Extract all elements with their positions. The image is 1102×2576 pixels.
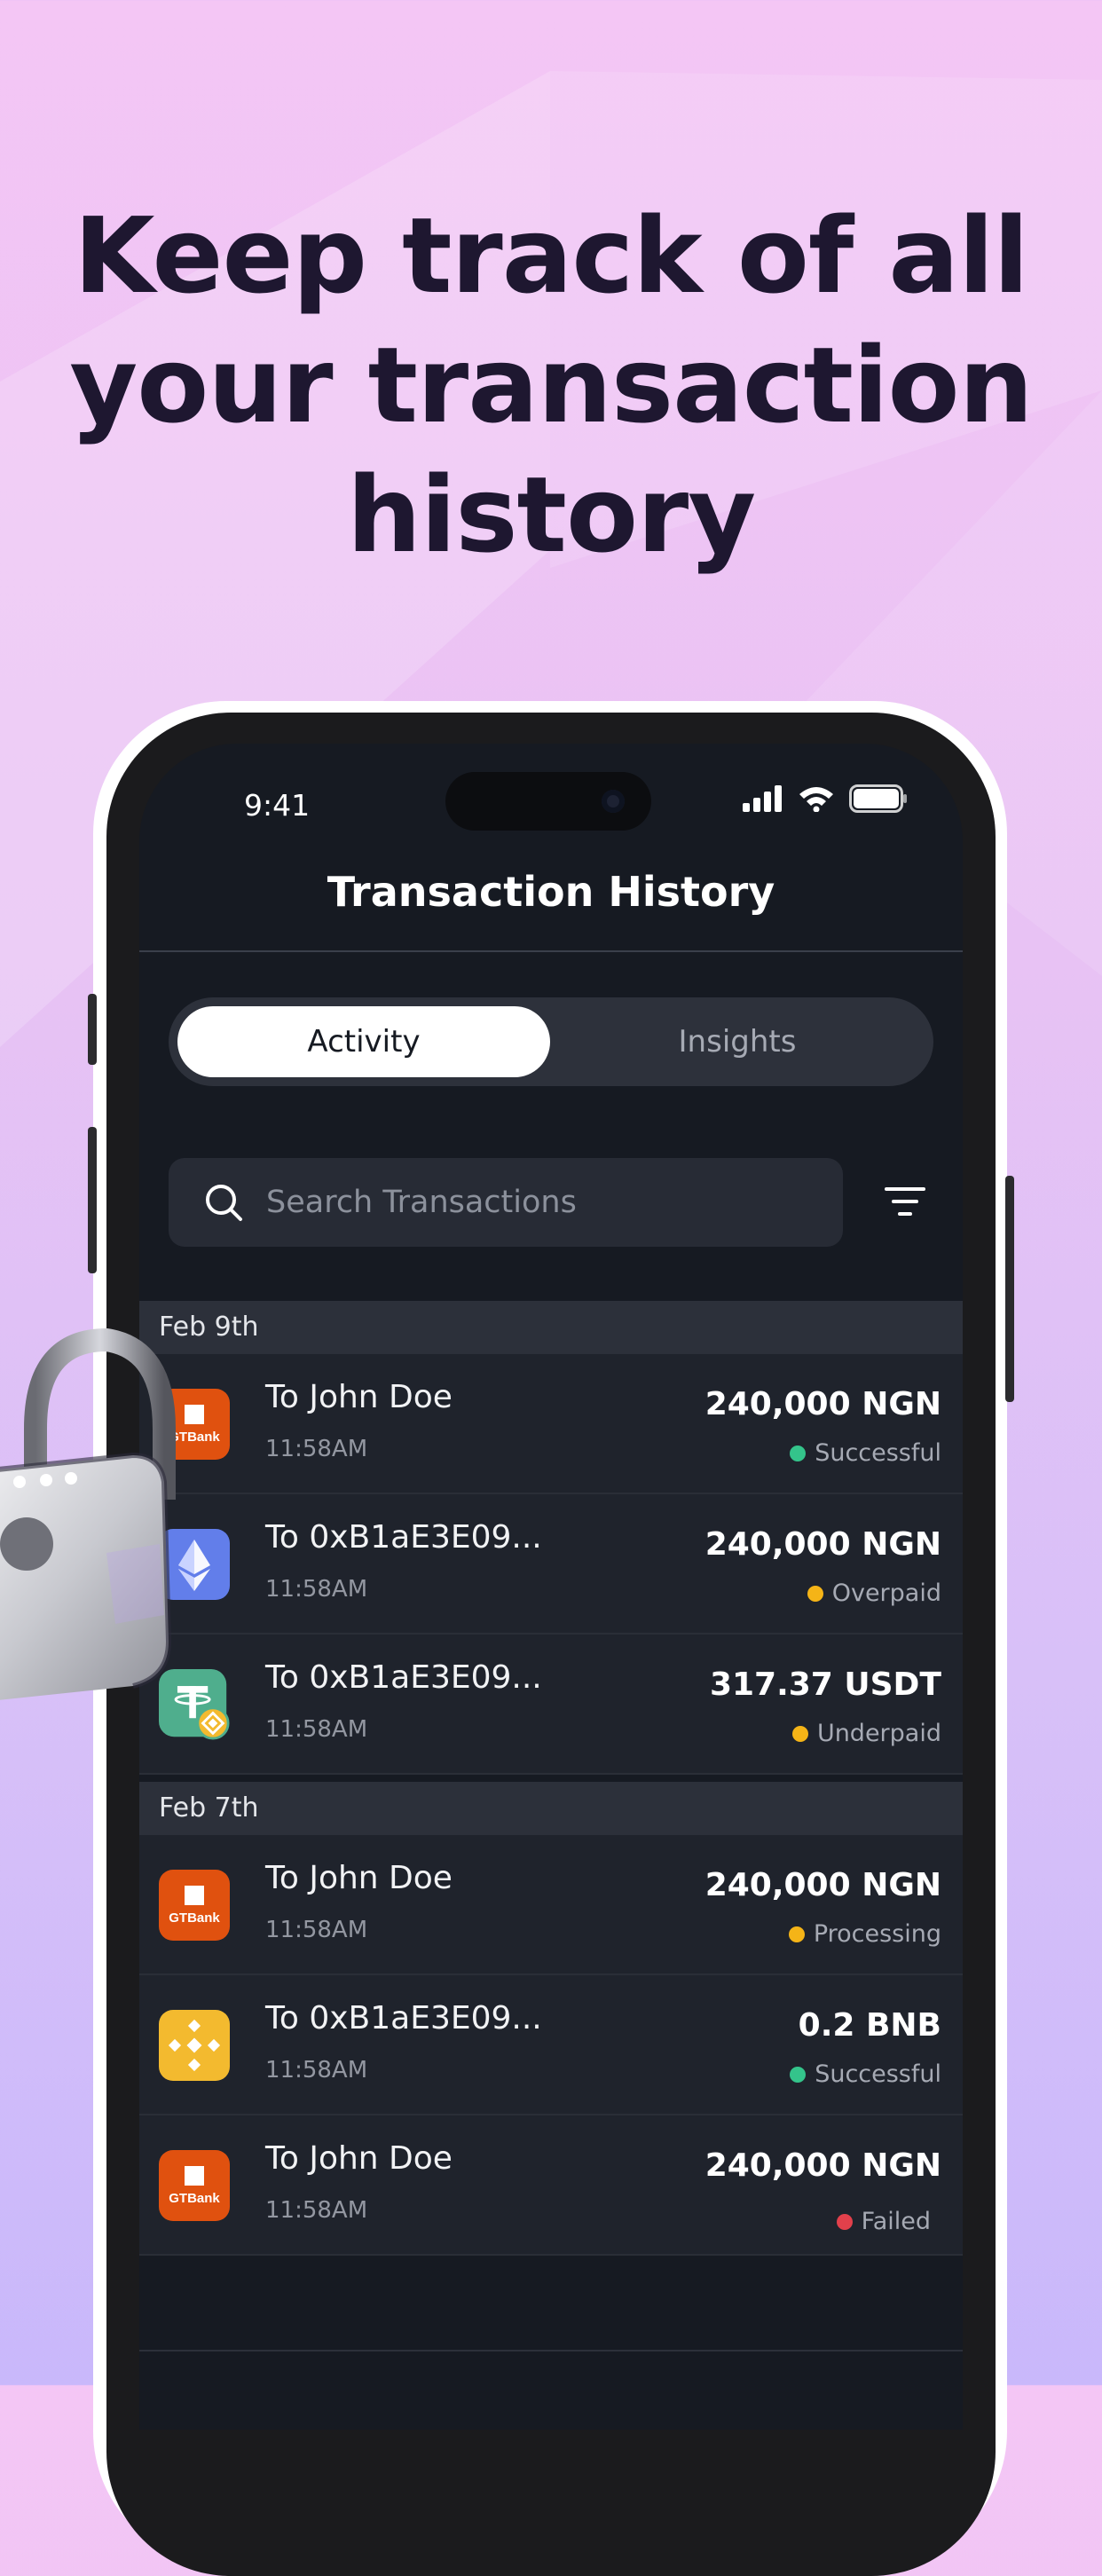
transaction-status: Underpaid <box>791 1720 941 1747</box>
status-dot <box>807 1585 823 1602</box>
transaction-status: Successful <box>790 2060 941 2088</box>
transaction-recipient: To 0xB1aE3E09... <box>265 1519 542 1556</box>
status-label: Successful <box>815 1439 941 1467</box>
tab-activity[interactable]: Activity <box>177 1006 550 1077</box>
status-dot <box>790 2066 807 2083</box>
transaction-status: Successful <box>790 1439 941 1467</box>
search-icon <box>206 1185 242 1221</box>
status-label: Failed <box>861 2208 931 2235</box>
gtbank-icon: GTBank <box>159 2150 230 2221</box>
transaction-recipient: To John Doe <box>265 2140 453 2177</box>
status-dot <box>790 1445 807 1461</box>
transaction-row[interactable]: To 0xB1aE3E09... 11:58AM 240,000 NGN Ove… <box>139 1494 963 1635</box>
tab-bar-divider <box>139 2350 963 2351</box>
battery-icon <box>849 784 907 813</box>
transaction-time: 11:58AM <box>265 1716 368 1743</box>
transaction-recipient: To John Doe <box>265 1860 453 1896</box>
transaction-amount: 240,000 NGN <box>704 1526 941 1563</box>
status-icons <box>743 784 908 813</box>
headline-line-2: your transaction <box>69 324 1033 446</box>
transaction-time: 11:58AM <box>265 1917 368 1943</box>
wifi-icon <box>799 787 833 812</box>
status-label: Underpaid <box>816 1720 941 1747</box>
transaction-time: 11:58AM <box>265 2197 368 2224</box>
padlock-icon <box>0 1327 176 1700</box>
dynamic-island <box>445 772 651 831</box>
status-label: Successful <box>815 2060 941 2088</box>
filter-icon[interactable] <box>885 1186 925 1217</box>
tab-insights[interactable]: Insights <box>550 1006 925 1077</box>
segmented-control: Activity Insights <box>169 997 933 1086</box>
transaction-time: 11:58AM <box>265 1576 368 1603</box>
status-label: Overpaid <box>831 1579 941 1607</box>
date-header: Feb 7th <box>139 1782 963 1835</box>
phone-side-button-power <box>1005 1176 1014 1402</box>
gtbank-icon: GTBank <box>159 1870 230 1941</box>
transaction-amount: 0.2 BNB <box>798 2007 941 2044</box>
phone-side-button-mute <box>88 994 97 1065</box>
nav-divider <box>139 950 963 952</box>
phone-screen: 9:41 Transaction History Activity Insigh… <box>139 744 963 2430</box>
date-header: Feb 9th <box>139 1301 963 1354</box>
transaction-status: Overpaid <box>807 1579 941 1607</box>
headline-line-1: Keep track of all <box>74 194 1029 317</box>
signal-icon <box>743 785 782 812</box>
transaction-amount: 240,000 NGN <box>704 2147 941 2184</box>
headline: Keep track of all your transaction histo… <box>0 191 1102 579</box>
transaction-row[interactable]: GTBank To John Doe 11:58AM 240,000 NGN S… <box>139 1354 963 1494</box>
page-title: Transaction History <box>327 868 775 916</box>
status-bar: 9:41 <box>139 744 963 841</box>
transaction-amount: 240,000 NGN <box>704 1867 941 1903</box>
transaction-amount: 240,000 NGN <box>704 1386 941 1422</box>
camera-icon <box>602 790 625 813</box>
binance-icon <box>159 2010 230 2081</box>
transaction-status: Processing <box>788 1920 941 1948</box>
transaction-recipient: To John Doe <box>265 1379 453 1415</box>
transaction-time: 11:58AM <box>265 1436 368 1462</box>
transaction-recipient: To 0xB1aE3E09... <box>265 2000 542 2036</box>
transaction-time: 11:58AM <box>265 2057 368 2084</box>
status-time: 9:41 <box>244 788 311 823</box>
transaction-row[interactable]: GTBank To John Doe 11:58AM 240,000 NGN F… <box>139 2115 963 2256</box>
transaction-row[interactable]: To 0xB1aE3E09... 11:58AM 317.37 USDT Und… <box>139 1635 963 1775</box>
transaction-recipient: To 0xB1aE3E09... <box>265 1659 542 1696</box>
transaction-row[interactable]: To 0xB1aE3E09... 11:58AM 0.2 BNB Success… <box>139 1975 963 2115</box>
status-label: Processing <box>813 1920 941 1948</box>
search-placeholder: Search Transactions <box>266 1185 577 1220</box>
status-dot <box>788 1926 805 1942</box>
status-dot <box>836 2213 853 2230</box>
transaction-status: Failed <box>836 2208 931 2235</box>
transaction-row[interactable]: GTBank To John Doe 11:58AM 240,000 NGN P… <box>139 1835 963 1975</box>
phone-side-button-volume-up <box>88 1127 97 1273</box>
headline-line-3: history <box>346 453 756 576</box>
search-input[interactable]: Search Transactions <box>169 1158 843 1247</box>
transaction-amount: 317.37 USDT <box>709 1666 941 1703</box>
status-dot <box>791 1725 808 1742</box>
